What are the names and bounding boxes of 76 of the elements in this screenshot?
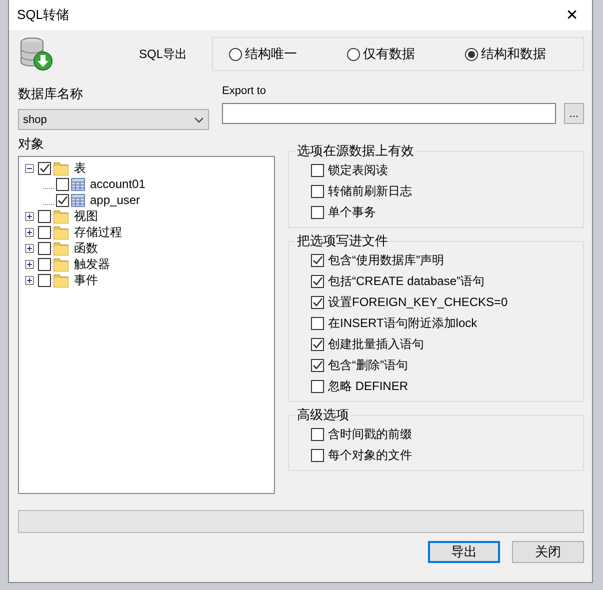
dialog-button[interactable]: 关闭 <box>512 541 584 563</box>
folder-icon <box>53 224 69 240</box>
tree-item[interactable]: 函数 <box>74 240 98 256</box>
option-checkbox[interactable]: 包含“删除”语句 <box>311 356 583 374</box>
option-checkbox[interactable]: 锁定表阅读 <box>311 161 583 179</box>
option-checkbox[interactable]: 忽略 DEFINER <box>311 377 583 395</box>
checkbox[interactable] <box>311 184 324 198</box>
tree-item[interactable]: 视图 <box>74 208 98 224</box>
close-button[interactable]: ✕ <box>552 0 592 30</box>
table-icon <box>71 194 85 206</box>
option-checkbox[interactable]: 包括“CREATE database”语句 <box>311 272 583 290</box>
option-checkbox[interactable]: 创建批量插入语句 <box>311 335 583 353</box>
radio-button[interactable] <box>347 48 360 60</box>
checkbox[interactable] <box>311 428 324 440</box>
checkbox[interactable] <box>311 296 324 308</box>
checkbox[interactable] <box>311 164 324 176</box>
export-label: SQL导出 <box>139 46 188 62</box>
radio-option[interactable]: 仅有数据 <box>347 45 465 63</box>
folder-icon <box>53 272 69 288</box>
table-icon <box>71 178 85 190</box>
database-export-icon <box>18 36 54 72</box>
tree-item[interactable]: 触发器 <box>74 256 110 272</box>
tree-item[interactable]: account01 <box>90 177 146 191</box>
option-checkbox[interactable]: 每个对象的文件 <box>311 446 583 464</box>
expand-icon[interactable] <box>25 212 36 220</box>
checkbox[interactable] <box>311 316 324 330</box>
tree-item[interactable]: 表 <box>74 160 86 176</box>
collapse-icon[interactable] <box>25 164 36 172</box>
chevron-down-icon <box>194 116 204 122</box>
checkbox[interactable] <box>56 178 69 190</box>
checkbox[interactable] <box>311 338 324 350</box>
export-path-field[interactable] <box>222 103 556 124</box>
option-checkbox[interactable]: 单个事务 <box>311 203 583 221</box>
checkbox[interactable] <box>56 194 69 206</box>
expand-icon[interactable] <box>25 276 36 284</box>
checkbox[interactable] <box>38 274 51 286</box>
option-checkbox[interactable]: 转储前刷新日志 <box>311 182 583 200</box>
group-title: 选项在源数据上有效 <box>296 142 415 160</box>
tree-item[interactable]: 存储过程 <box>74 224 122 240</box>
folder-icon <box>53 160 69 176</box>
option-checkbox[interactable]: 含时间戳的前缀 <box>311 425 583 443</box>
checkbox[interactable] <box>311 380 324 392</box>
folder-icon <box>53 208 69 224</box>
checkbox[interactable] <box>38 162 51 174</box>
expand-icon[interactable] <box>25 260 36 268</box>
tree-item[interactable]: app_user <box>90 193 140 207</box>
option-checkbox[interactable]: 设置FOREIGN_KEY_CHECKS=0 <box>311 293 583 311</box>
radio-option[interactable]: 结构和数据 <box>465 45 583 63</box>
export-to-label: Export to <box>222 85 268 97</box>
checkbox[interactable] <box>311 274 324 288</box>
radio-option[interactable]: 结构唯一 <box>229 45 347 63</box>
browse-button[interactable]: ... <box>564 103 584 124</box>
group-title: 高级选项 <box>296 406 350 424</box>
objects-label: 对象 <box>18 135 45 153</box>
folder-icon <box>53 256 69 272</box>
expand-icon[interactable] <box>25 228 36 236</box>
database-dropdown[interactable]: shop <box>18 109 209 130</box>
database-label: 数据库名称 <box>18 85 84 103</box>
expand-icon[interactable] <box>25 244 36 252</box>
checkbox[interactable] <box>38 210 51 222</box>
checkbox[interactable] <box>311 358 324 372</box>
option-checkbox[interactable]: 在INSERT语句附近添加lock <box>311 314 583 332</box>
checkbox[interactable] <box>311 254 324 266</box>
radio-button[interactable] <box>465 48 478 60</box>
checkbox[interactable] <box>38 242 51 254</box>
option-checkbox[interactable]: 包含“使用数据库”声明 <box>311 251 583 269</box>
checkbox[interactable] <box>38 226 51 238</box>
radio-button[interactable] <box>229 48 242 60</box>
window-title: SQL转储 <box>17 6 70 24</box>
checkbox[interactable] <box>311 448 324 462</box>
checkbox[interactable] <box>38 258 51 270</box>
dialog-button[interactable]: 导出 <box>428 541 500 563</box>
group-title: 把选项写进文件 <box>296 232 389 250</box>
folder-icon <box>53 240 69 256</box>
tree-item[interactable]: 事件 <box>74 272 98 288</box>
checkbox[interactable] <box>311 206 324 218</box>
